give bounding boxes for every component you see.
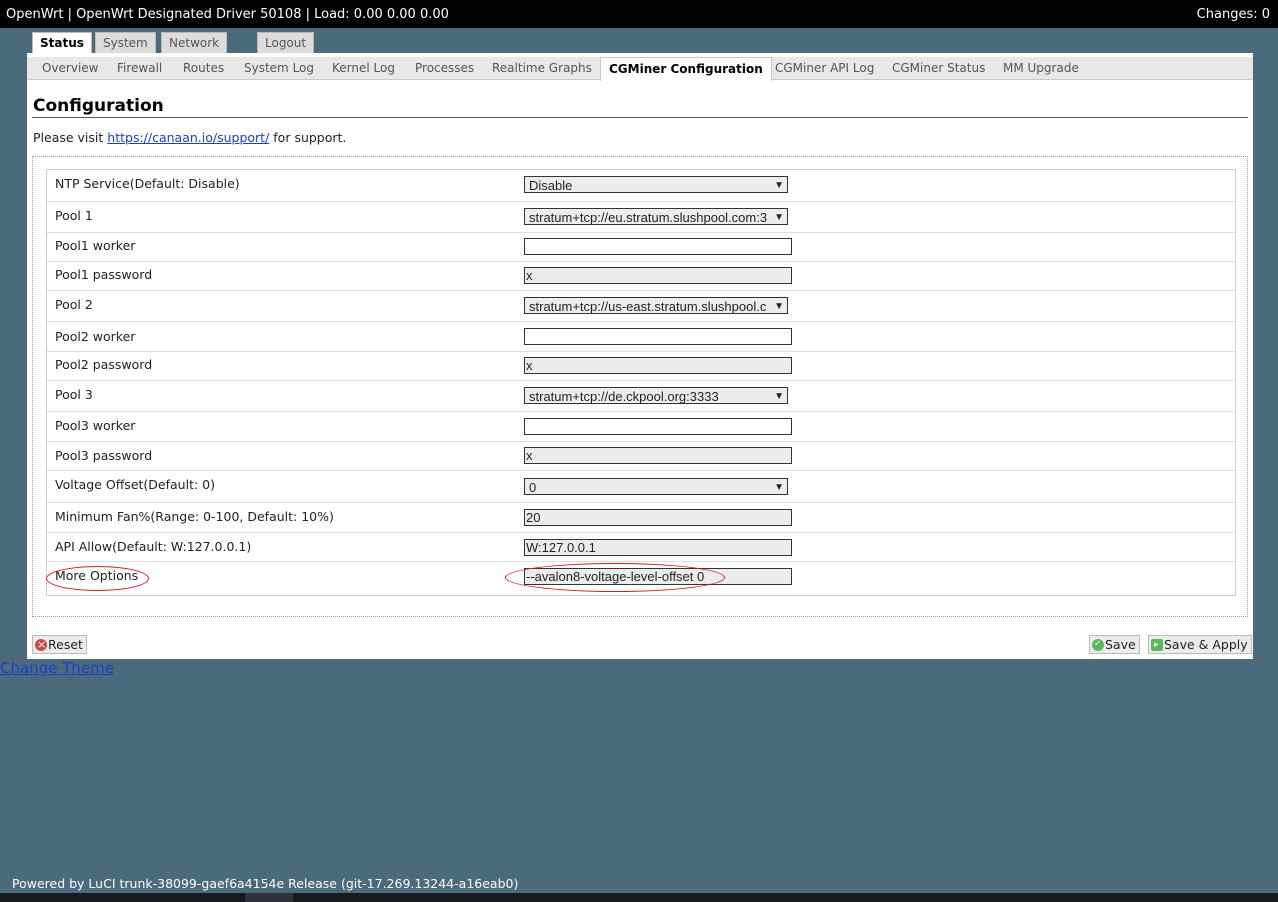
reset-button[interactable]: Reset: [32, 635, 87, 654]
chevron-down-icon: ▼: [772, 177, 784, 192]
pool1-select[interactable]: stratum+tcp://eu.stratum.slushpool.com:3…: [524, 208, 788, 225]
change-theme-link[interactable]: Change Theme: [0, 659, 114, 677]
pool2-select[interactable]: stratum+tcp://us-east.stratum.slushpool.…: [524, 297, 788, 314]
content-panel: Overview Firewall Routes System Log Kern…: [27, 53, 1253, 659]
subtab-overview[interactable]: Overview: [42, 57, 99, 79]
footer-powered-by: Powered by LuCI trunk-38099-gaef6a4154e …: [12, 876, 519, 891]
pool2-worker-input[interactable]: [524, 328, 792, 345]
pool2-password-input[interactable]: x: [524, 357, 792, 374]
page-title: Configuration: [33, 96, 164, 116]
pool1-password-input[interactable]: x: [524, 267, 792, 284]
api-allow-label: API Allow(Default: W:127.0.0.1): [55, 539, 252, 554]
save-button[interactable]: Save: [1089, 635, 1140, 654]
subtab-kernel-log[interactable]: Kernel Log: [332, 57, 395, 79]
ntp-service-label: NTP Service(Default: Disable): [55, 176, 240, 191]
row-voltage-offset: Voltage Offset(Default: 0) 0 ▼: [47, 470, 1235, 503]
row-ntp-service: NTP Service(Default: Disable) Disable ▼: [47, 170, 1235, 202]
tab-system[interactable]: System: [95, 32, 156, 54]
chevron-down-icon: ▼: [772, 298, 784, 313]
taskbar-strip: [0, 893, 1278, 902]
voltage-offset-select[interactable]: 0 ▼: [524, 478, 788, 495]
pool3-password-input[interactable]: x: [524, 447, 792, 464]
pool3-password-label: Pool3 password: [55, 448, 153, 463]
subtab-processes[interactable]: Processes: [415, 57, 474, 79]
pool3-select[interactable]: stratum+tcp://de.ckpool.org:3333 ▼: [524, 387, 788, 404]
subtab-cgminer-api-log[interactable]: CGMiner API Log: [775, 57, 874, 79]
row-more-options: More Options --avalon8-voltage-level-off…: [47, 561, 1235, 594]
reset-icon: [35, 636, 47, 653]
voltage-offset-label: Voltage Offset(Default: 0): [55, 477, 215, 492]
chevron-down-icon: ▼: [772, 388, 784, 403]
more-options-input[interactable]: --avalon8-voltage-level-offset 0: [524, 568, 792, 585]
tab-status[interactable]: Status: [32, 32, 92, 55]
row-minimum-fan: Minimum Fan%(Range: 0-100, Default: 10%)…: [47, 502, 1235, 533]
changes-counter[interactable]: Changes: 0: [1197, 7, 1270, 22]
save-icon: [1092, 636, 1104, 653]
pool1-worker-label: Pool1 worker: [55, 238, 136, 253]
pool2-label: Pool 2: [55, 297, 93, 312]
minimum-fan-label: Minimum Fan%(Range: 0-100, Default: 10%): [55, 509, 334, 524]
row-pool3-password: Pool3 password x: [47, 441, 1235, 471]
support-note-suffix: for support.: [273, 130, 347, 145]
pool1-password-label: Pool1 password: [55, 267, 153, 282]
api-allow-input[interactable]: W:127.0.0.1: [524, 539, 792, 556]
subtab-realtime-graphs[interactable]: Realtime Graphs: [492, 57, 592, 79]
row-pool3-worker: Pool3 worker: [47, 411, 1235, 442]
row-pool2-worker: Pool2 worker: [47, 321, 1235, 352]
row-pool1: Pool 1 stratum+tcp://eu.stratum.slushpoo…: [47, 201, 1235, 233]
subtab-system-log[interactable]: System Log: [244, 57, 314, 79]
subtab-firewall[interactable]: Firewall: [117, 57, 162, 79]
more-options-label: More Options: [55, 568, 139, 583]
pool2-worker-label: Pool2 worker: [55, 329, 136, 344]
row-pool1-worker: Pool1 worker: [47, 232, 1235, 262]
subtab-cgminer-status[interactable]: CGMiner Status: [892, 57, 985, 79]
sub-tabs: Overview Firewall Routes System Log Kern…: [27, 57, 1253, 81]
ntp-service-select[interactable]: Disable ▼: [524, 176, 788, 193]
pool1-worker-input[interactable]: [524, 238, 792, 255]
chevron-down-icon: ▼: [772, 209, 784, 224]
support-link[interactable]: https://canaan.io/support/: [107, 130, 269, 145]
row-pool3: Pool 3 stratum+tcp://de.ckpool.org:3333 ▼: [47, 380, 1235, 412]
config-section: NTP Service(Default: Disable) Disable ▼ P…: [32, 156, 1248, 617]
support-note-prefix: Please visit: [33, 130, 104, 145]
support-note: Please visit https://canaan.io/support/ …: [33, 130, 346, 145]
pool2-password-label: Pool2 password: [55, 357, 153, 372]
row-pool2-password: Pool2 password x: [47, 351, 1235, 381]
save-apply-button[interactable]: Save & Apply: [1148, 635, 1252, 654]
host-title: OpenWrt | OpenWrt Designated Driver 5010…: [6, 7, 449, 22]
chevron-down-icon: ▼: [772, 479, 784, 494]
apply-icon: [1151, 637, 1163, 654]
config-form: NTP Service(Default: Disable) Disable ▼ P…: [46, 169, 1236, 596]
tab-network[interactable]: Network: [161, 32, 228, 54]
pool3-label: Pool 3: [55, 387, 93, 402]
row-pool2: Pool 2 stratum+tcp://us-east.stratum.slu…: [47, 290, 1235, 322]
row-api-allow: API Allow(Default: W:127.0.0.1) W:127.0.…: [47, 532, 1235, 562]
pool3-worker-input[interactable]: [524, 418, 792, 435]
subtab-cgminer-configuration[interactable]: CGMiner Configuration: [600, 57, 772, 81]
pool1-label: Pool 1: [55, 208, 93, 223]
heading-divider: [32, 117, 1248, 118]
subtab-mm-upgrade[interactable]: MM Upgrade: [1003, 57, 1079, 79]
subtab-routes[interactable]: Routes: [183, 57, 224, 79]
pool3-worker-label: Pool3 worker: [55, 418, 136, 433]
row-pool1-password: Pool1 password x: [47, 261, 1235, 291]
tab-logout[interactable]: Logout: [257, 32, 315, 54]
minimum-fan-input[interactable]: 20: [524, 509, 792, 526]
top-bar: OpenWrt | OpenWrt Designated Driver 5010…: [0, 0, 1278, 28]
